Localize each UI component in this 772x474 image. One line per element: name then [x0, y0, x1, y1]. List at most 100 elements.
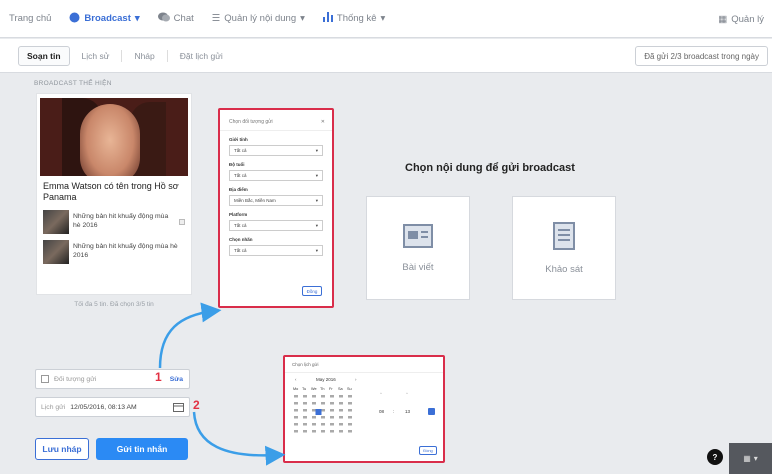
calendar-grid[interactable]: ‹ May 2016 › Mo Tu We Th Fr Sa Su 08 : 13 ^ ^ [285, 371, 443, 451]
targeting-popup: Chọn đối tượng gửi ✕ Giới tính Tất cả ▾ Đ… [218, 108, 334, 308]
broadcast-icon [69, 12, 80, 26]
sent-status-badge: Đã gửi 2/3 broadcast trong ngày [635, 46, 768, 66]
help-button[interactable]: ? [707, 449, 723, 465]
list-item: Những bản hit khuấy động mùa hè 2016 [43, 209, 185, 234]
nav-broadcast[interactable]: Broadcast ▾ [60, 0, 148, 38]
tab-drafts[interactable]: Nháp [126, 47, 162, 65]
svg-text::: : [393, 409, 394, 414]
grid-icon: ▦ [718, 13, 728, 25]
calendar-day [303, 430, 307, 433]
survey-icon [553, 221, 575, 252]
close-icon[interactable]: ✕ [321, 119, 325, 125]
filter-select[interactable]: Tất cả ▾ [229, 145, 323, 156]
calendar-day [321, 416, 325, 419]
calendar-day [330, 430, 334, 433]
nav-chat-label: Chat [173, 13, 194, 24]
confirm-button[interactable]: Đồng [419, 446, 437, 455]
choice-article-label: Bài viết [402, 261, 434, 273]
chevron-down-icon: ▾ [300, 13, 305, 24]
schedule-popup: Chọn lịch gửi ‹ May 2016 › Mo Tu We Th Fr Sa S… [283, 355, 445, 463]
tab-history[interactable]: Lịch sử [74, 47, 118, 65]
filter-select[interactable]: Tất cả ▾ [229, 220, 323, 231]
targeting-field[interactable]: Đối tượng gửi Sửa [35, 369, 190, 389]
calendar-day [330, 416, 334, 419]
svg-text:08: 08 [379, 409, 385, 414]
thumbnail [43, 209, 69, 234]
calendar-day [321, 409, 325, 412]
filter-group: Địa điểm Miền Bắc, Miền Nam ▾ [229, 187, 323, 206]
chevron-down-icon: ▾ [315, 197, 318, 203]
page-title: Chọn nội dung để gửi broadcast [405, 162, 575, 174]
tab-scheduled[interactable]: Đặt lịch gửi [172, 47, 231, 65]
save-draft-button[interactable]: Lưu nháp [35, 438, 89, 460]
calendar-weekday: Mo [293, 387, 298, 391]
calendar-day [330, 402, 334, 405]
calendar-weekday: We [311, 387, 317, 391]
schedule-value: 12/05/2016, 08:13 AM [70, 403, 137, 411]
chevron-down-icon: ▾ [753, 454, 758, 463]
calendar-day [348, 430, 352, 433]
filter-label: Platform [229, 212, 248, 217]
calendar-day [330, 395, 334, 398]
calendar-day [303, 416, 307, 419]
calendar-day [321, 402, 325, 405]
preview-headline: Emma Watson có tên trong Hồ sơ Panama [43, 181, 179, 203]
calendar-weekday: Tu [302, 387, 306, 391]
calendar-day [312, 430, 316, 433]
calendar-day [312, 395, 316, 398]
calendar-day [312, 402, 316, 405]
calendar-day [339, 402, 343, 405]
edit-targeting-link[interactable]: Sửa [170, 376, 183, 383]
targeting-popup-title: Chọn đối tượng gửi [229, 119, 273, 125]
filter-value: Tất cả [234, 248, 247, 253]
filter-label: Địa điểm [229, 187, 248, 192]
chevron-down-icon: ▾ [380, 13, 386, 24]
calendar-day [339, 416, 343, 419]
filter-select[interactable]: Miền Bắc, Miền Nam ▾ [229, 195, 323, 206]
filter-group: Platform Tất cả ▾ [229, 212, 323, 231]
nav-home[interactable]: Trang chủ [0, 0, 60, 38]
calendar-day [339, 395, 343, 398]
callout-number-2: 2 [193, 398, 200, 412]
filter-select[interactable]: Tất cả ▾ [229, 170, 323, 181]
scroll-handle[interactable] [179, 218, 185, 225]
calendar-day [303, 395, 307, 398]
calendar-month: May 2016 [316, 377, 336, 382]
send-message-button[interactable]: Gửi tin nhắn [96, 438, 188, 460]
filter-select[interactable]: Tất cả ▾ [229, 245, 323, 256]
schedule-field[interactable]: Lịch gửi 12/05/2016, 08:13 AM [35, 397, 190, 417]
nav-stats[interactable]: Thống kê ▾ [314, 0, 394, 38]
list-icon: ☰ [211, 13, 221, 24]
calendar-weekday: Su [347, 387, 352, 391]
tab-compose[interactable]: Soạn tin [18, 45, 70, 66]
sub-tabs: Soạn tin Lịch sử Nháp Đặt lịch gửi Đã gử… [0, 39, 772, 73]
calendar-day [321, 430, 325, 433]
nav-home-label: Trang chủ [9, 13, 52, 24]
nav-content-label: Quản lý nội dung [224, 13, 297, 24]
svg-text:^: ^ [406, 391, 408, 396]
hero-image [40, 98, 188, 176]
calendar-day [321, 395, 325, 398]
nav-content[interactable]: ☰ Quản lý nội dung ▾ [203, 0, 314, 38]
calendar-day [348, 416, 352, 419]
tab-divider [166, 49, 168, 62]
svg-text:‹: ‹ [295, 377, 297, 382]
filter-group: Giới tính Tất cả ▾ [229, 137, 323, 156]
calendar-day [312, 409, 316, 412]
bar-chart-icon [322, 12, 333, 25]
nav-stats-label: Thống kê [336, 13, 377, 24]
choice-survey[interactable]: Khảo sát [512, 196, 616, 300]
filter-value: Tất cả [234, 223, 247, 228]
calendar-day [339, 423, 343, 426]
calendar-day [330, 423, 334, 426]
filter-label: Giới tính [229, 137, 248, 142]
app-menu-button[interactable]: ▦ ▾ [729, 443, 772, 474]
choice-article[interactable]: Bài viết [366, 196, 470, 300]
nav-chat[interactable]: Chat [149, 0, 203, 38]
confirm-button[interactable]: Đồng [302, 286, 322, 296]
calendar-day [330, 409, 334, 412]
checkbox[interactable] [41, 375, 49, 383]
filter-value: Tất cả [234, 148, 247, 153]
calendar-icon[interactable] [173, 402, 184, 414]
nav-manage[interactable]: ▦ Quản lý [718, 0, 764, 38]
